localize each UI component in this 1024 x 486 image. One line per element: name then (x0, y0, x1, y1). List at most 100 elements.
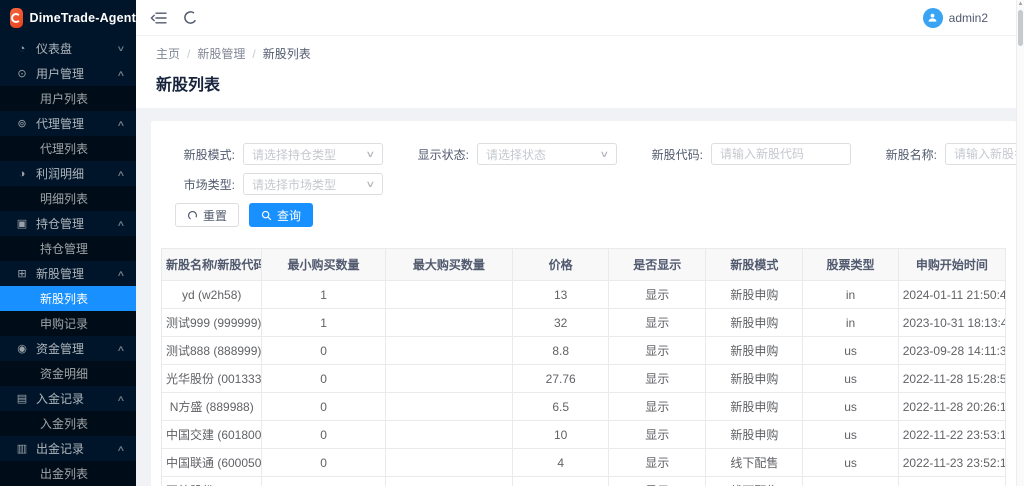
sidebar-item-deposit-records[interactable]: ▤ 入金记录 ∧ (0, 386, 136, 411)
user-menu[interactable]: admin2 (923, 8, 1010, 28)
scrollbar-thumb[interactable] (1018, 10, 1023, 46)
cell-price: 10 (513, 477, 609, 486)
sidebar-item-withdraw-records[interactable]: ▥ 出金记录 ∧ (0, 436, 136, 461)
sidebar-item-label: 资金管理 (36, 340, 118, 357)
chevron-up-icon: ∧ (117, 269, 126, 278)
cell-mode: 新股申购 (706, 337, 803, 365)
sidebar-item-subscription-records[interactable]: 申购记录 (0, 311, 136, 336)
cell-start-time: 2022-11-28 15:28:55 (898, 365, 1005, 393)
table-row: 测试888 (888999) 0 8.8 显示 新股申购 us 2023-09-… (162, 337, 1006, 365)
breadcrumb-item-current: 新股列表 (263, 45, 311, 62)
sidebar-item-dashboard[interactable]: ◔ 仪表盘 ∨ (0, 36, 136, 61)
cell-mode: 新股申购 (706, 309, 803, 337)
cell-visible: 显示 (609, 421, 706, 449)
cell-stock-type: us (803, 393, 898, 421)
cell-start-time: 2023-10-31 18:13:43 (898, 309, 1005, 337)
new-stock-icon: ⊞ (15, 267, 29, 280)
sidebar-item-agent-management[interactable]: ⊚ 代理管理 ∧ (0, 111, 136, 136)
sidebar-item-funds-detail[interactable]: 资金明细 (0, 361, 136, 386)
sidebar-item-detail-list[interactable]: 明细列表 (0, 186, 136, 211)
chevron-up-icon: ∧ (117, 344, 126, 353)
display-status-select[interactable]: 请选择状态 ∨ (477, 143, 617, 165)
stock-code-input[interactable] (711, 143, 851, 165)
cell-max-buy (385, 281, 512, 309)
cell-mode: 新股申购 (706, 421, 803, 449)
breadcrumb-item-new-stock-management[interactable]: 新股管理 (197, 45, 245, 62)
sidebar-item-new-stock-list[interactable]: 新股列表 (0, 286, 136, 311)
sidebar-item-position-management-sub[interactable]: 持仓管理 (0, 236, 136, 261)
filter-form: 新股模式: 请选择持仓类型 ∨ 显示状态: 请选择状态 ∨ (161, 143, 1006, 195)
new-stock-mode-select[interactable]: 请选择持仓类型 ∨ (243, 143, 383, 165)
cell-max-buy (385, 393, 512, 421)
table-row: yd (w2h58) 1 13 显示 新股申购 in 2024-01-11 21… (162, 281, 1006, 309)
scrollbar-up-arrow[interactable]: ▲ (1017, 0, 1024, 8)
filter-label: 市场类型: (175, 176, 235, 193)
filter-display-status: 显示状态: 请选择状态 ∨ (409, 143, 617, 165)
vertical-scrollbar[interactable]: ▲ (1016, 0, 1024, 486)
sidebar-item-label: 新股列表 (40, 290, 124, 307)
refresh-icon[interactable] (183, 10, 198, 25)
sidebar-item-funds-management[interactable]: ◉ 资金管理 ∧ (0, 336, 136, 361)
sidebar-item-label: 利润明细 (36, 165, 118, 182)
column-header-visible: 是否显示 (609, 249, 706, 281)
sidebar-item-label: 资金明细 (40, 365, 124, 382)
sidebar-item-label: 出金列表 (40, 465, 124, 482)
chevron-up-icon: ∧ (117, 444, 126, 453)
table-row: 测试999 (999999) 1 32 显示 新股申购 in 2023-10-3… (162, 309, 1006, 337)
withdraw-icon: ▥ (15, 442, 29, 455)
cell-mode: 新股申购 (706, 281, 803, 309)
chevron-up-icon: ∧ (117, 394, 126, 403)
table-row: N方盛 (889988) 0 6.5 显示 新股申购 us 2022-11-28… (162, 393, 1006, 421)
stock-name-input[interactable] (945, 143, 1024, 165)
cell-price: 10 (513, 421, 609, 449)
table-header-row: 新股名称/新股代码 最小购买数量 最大购买数量 价格 是否显示 新股模式 股票类… (162, 249, 1006, 281)
main-area: admin2 主页 / 新股管理 / 新股列表 新股列表 新股模式: 请选择持仓… (136, 0, 1024, 486)
cell-price: 6.5 (513, 393, 609, 421)
sidebar-item-user-management[interactable]: ⊙ 用户管理 ∧ (0, 61, 136, 86)
reset-button[interactable]: 重置 (175, 203, 239, 227)
sidebar-collapse-icon[interactable] (150, 11, 167, 25)
column-header-max-buy: 最大购买数量 (385, 249, 512, 281)
search-button[interactable]: 查询 (249, 203, 313, 227)
sidebar-item-new-stock-management[interactable]: ⊞ 新股管理 ∧ (0, 261, 136, 286)
cell-visible: 显示 (609, 365, 706, 393)
sidebar-item-label: 入金记录 (36, 390, 118, 407)
cell-visible: 显示 (609, 281, 706, 309)
profit-icon: ◑ (15, 168, 29, 180)
breadcrumb-item-home[interactable]: 主页 (156, 45, 180, 62)
market-type-select[interactable]: 请选择市场类型 ∨ (243, 173, 383, 195)
dashboard-icon: ◔ (15, 43, 29, 55)
sidebar-item-withdraw-list[interactable]: 出金列表 (0, 461, 136, 486)
sidebar-item-deposit-list[interactable]: 入金列表 (0, 411, 136, 436)
table-row: 光华股份 (001333) 0 27.76 显示 新股申购 us 2022-11… (162, 365, 1006, 393)
chevron-down-icon: ∨ (366, 179, 376, 190)
sidebar-item-profit-detail[interactable]: ◑ 利润明细 ∧ (0, 161, 136, 186)
filter-label: 新股名称: (877, 146, 937, 163)
sidebar-item-position-management[interactable]: ▣ 持仓管理 ∧ (0, 211, 136, 236)
filter-label: 显示状态: (409, 146, 469, 163)
cell-price: 4 (513, 449, 609, 477)
sidebar-item-label: 用户列表 (40, 90, 124, 107)
app-title: DimeTrade-Agent (30, 11, 137, 25)
sidebar-item-user-list[interactable]: 用户列表 (0, 86, 136, 111)
select-placeholder: 请选择持仓类型 (252, 146, 367, 163)
page-header: 主页 / 新股管理 / 新股列表 新股列表 (136, 36, 1024, 108)
breadcrumb-separator: / (252, 47, 255, 61)
agents-icon: ⊚ (15, 117, 29, 130)
cell-min-buy: 0 (262, 337, 385, 365)
search-icon (261, 210, 272, 221)
table-row: 中国联通 (600050) 0 4 显示 线下配售 us 2022-11-23 … (162, 449, 1006, 477)
cell-min-buy: 1 (262, 309, 385, 337)
cell-visible: 显示 (609, 477, 706, 486)
sidebar-item-label: 仪表盘 (36, 40, 118, 57)
cell-start-time: 2023-09-28 14:11:31 (898, 337, 1005, 365)
sidebar-item-label: 新股管理 (36, 265, 118, 282)
cell-mode: 新股申购 (706, 365, 803, 393)
card: 新股模式: 请选择持仓类型 ∨ 显示状态: 请选择状态 ∨ (151, 121, 1016, 486)
cell-start-time: 2022-11-28 20:26:16 (898, 393, 1005, 421)
cell-price: 13 (513, 281, 609, 309)
avatar (923, 8, 943, 28)
filter-label: 新股代码: (643, 146, 703, 163)
cell-name-code: 国统股份 (002205) (162, 477, 262, 486)
sidebar-item-agent-list[interactable]: 代理列表 (0, 136, 136, 161)
